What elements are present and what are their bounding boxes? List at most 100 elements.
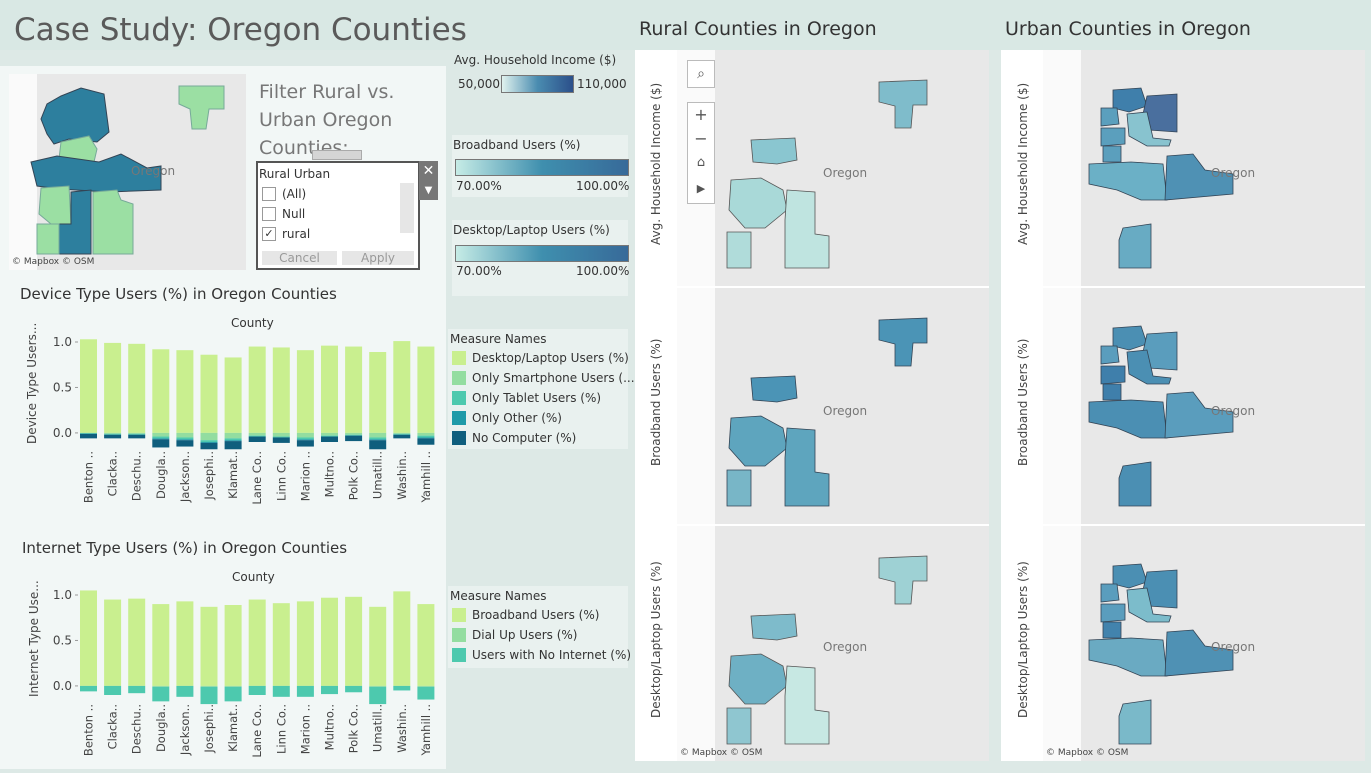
county-region[interactable] (726, 707, 752, 745)
bar-segment[interactable] (321, 597, 338, 686)
bar-segment[interactable] (321, 436, 338, 442)
bar-segment[interactable] (248, 599, 266, 686)
bar-segment[interactable] (224, 605, 242, 686)
expand-arrow-icon[interactable]: ▶ (688, 175, 714, 203)
bar-segment[interactable] (152, 438, 170, 440)
county-region[interactable] (92, 189, 134, 255)
bar-segment[interactable] (152, 686, 170, 702)
bar-segment[interactable] (321, 435, 338, 437)
bar-segment[interactable] (296, 685, 314, 697)
legend-item[interactable]: No Computer (%) (452, 431, 576, 445)
apply-button[interactable]: Apply (342, 251, 414, 265)
bar-segment[interactable] (369, 432, 387, 438)
bar-segment[interactable] (104, 432, 122, 434)
map-search-control[interactable]: ⌕ (687, 60, 715, 88)
bar-segment[interactable] (369, 437, 387, 440)
rural-broadband-map[interactable]: Oregon (677, 288, 989, 524)
county-region[interactable] (1112, 87, 1148, 113)
filter-option-null[interactable]: Null (262, 207, 305, 221)
bar-segment[interactable] (200, 442, 218, 443)
bar-segment[interactable] (200, 686, 218, 705)
filter-scrollbar[interactable] (400, 183, 414, 233)
bar-segment[interactable] (369, 439, 387, 441)
filter-option-all[interactable]: (All) (262, 187, 306, 201)
county-region[interactable] (1112, 563, 1148, 589)
bar-segment[interactable] (417, 346, 435, 433)
rural-urban-filter[interactable]: Rural Urban (All) Null ✓ rural Cancel Ap… (256, 161, 420, 270)
legend-item[interactable]: Only Other (%) (452, 411, 562, 425)
bar-segment[interactable] (248, 685, 266, 695)
bar-segment[interactable] (104, 685, 122, 695)
bar-segment[interactable] (345, 434, 363, 436)
county-region[interactable] (750, 375, 798, 403)
county-region[interactable] (40, 87, 110, 145)
bar-segment[interactable] (176, 432, 194, 438)
checkbox[interactable] (262, 207, 276, 221)
county-region[interactable] (38, 185, 72, 225)
county-region[interactable] (878, 555, 928, 605)
county-region[interactable] (728, 653, 788, 705)
county-region[interactable] (1100, 365, 1126, 385)
bar-segment[interactable] (248, 346, 266, 433)
bar-segment[interactable] (152, 685, 170, 687)
county-region[interactable] (1112, 325, 1148, 351)
bar-segment[interactable] (80, 433, 97, 439)
bar-segment[interactable] (369, 440, 387, 450)
bar-segment[interactable] (104, 434, 122, 439)
urban-income-map[interactable]: Oregon (1043, 50, 1365, 286)
bar-segment[interactable] (417, 437, 435, 439)
bar-segment[interactable] (369, 606, 387, 686)
bar-segment[interactable] (152, 436, 170, 439)
bar-segment[interactable] (224, 440, 242, 442)
county-region[interactable] (1102, 145, 1122, 163)
county-region[interactable] (1118, 223, 1152, 269)
county-region[interactable] (878, 79, 928, 129)
bar-segment[interactable] (272, 437, 290, 443)
bar-segment[interactable] (176, 601, 194, 686)
bar-segment[interactable] (321, 685, 338, 695)
bar-segment[interactable] (417, 438, 435, 445)
bar-segment[interactable] (296, 440, 314, 447)
legend-item[interactable]: Only Tablet Users (%) (452, 391, 601, 405)
bar-segment[interactable] (417, 686, 435, 700)
county-region[interactable] (728, 415, 788, 467)
county-region[interactable] (1118, 699, 1152, 745)
bar-segment[interactable] (104, 599, 122, 686)
checkbox[interactable] (262, 187, 276, 201)
cancel-button[interactable]: Cancel (262, 251, 337, 265)
bar-segment[interactable] (128, 598, 146, 686)
bar-segment[interactable] (200, 606, 218, 686)
zoom-in-icon[interactable]: + (688, 103, 714, 127)
filter-dropdown-button[interactable]: ▼ (419, 181, 438, 200)
bar-segment[interactable] (200, 354, 218, 433)
bar-segment[interactable] (176, 437, 194, 440)
bar-segment[interactable] (152, 349, 170, 433)
filter-option-rural[interactable]: ✓ rural (262, 227, 310, 241)
zoom-out-icon[interactable]: − (688, 127, 714, 151)
bar-segment[interactable] (417, 604, 435, 686)
bar-segment[interactable] (152, 604, 170, 686)
county-region[interactable] (728, 177, 788, 229)
county-region[interactable] (1100, 345, 1120, 365)
bar-segment[interactable] (296, 439, 314, 441)
county-region[interactable] (1100, 583, 1120, 603)
bar-segment[interactable] (200, 442, 218, 450)
county-region[interactable] (1118, 461, 1152, 507)
bar-segment[interactable] (152, 432, 170, 437)
county-region[interactable] (36, 223, 60, 255)
bar-segment[interactable] (345, 432, 363, 435)
urban-broadband-map[interactable]: Oregon (1043, 288, 1365, 524)
county-region[interactable] (726, 469, 752, 507)
bar-segment[interactable] (128, 433, 146, 435)
county-region[interactable] (1088, 637, 1168, 677)
bar-segment[interactable] (224, 441, 242, 450)
bar-segment[interactable] (417, 432, 435, 436)
bar-segment[interactable] (104, 433, 122, 435)
bar-segment[interactable] (128, 685, 146, 694)
bar-segment[interactable] (80, 590, 97, 686)
bar-segment[interactable] (128, 343, 146, 433)
bar-segment[interactable] (296, 601, 314, 686)
filter-close-button[interactable]: ✕ (419, 161, 438, 181)
bar-segment[interactable] (128, 432, 146, 434)
bar-segment[interactable] (393, 685, 411, 691)
